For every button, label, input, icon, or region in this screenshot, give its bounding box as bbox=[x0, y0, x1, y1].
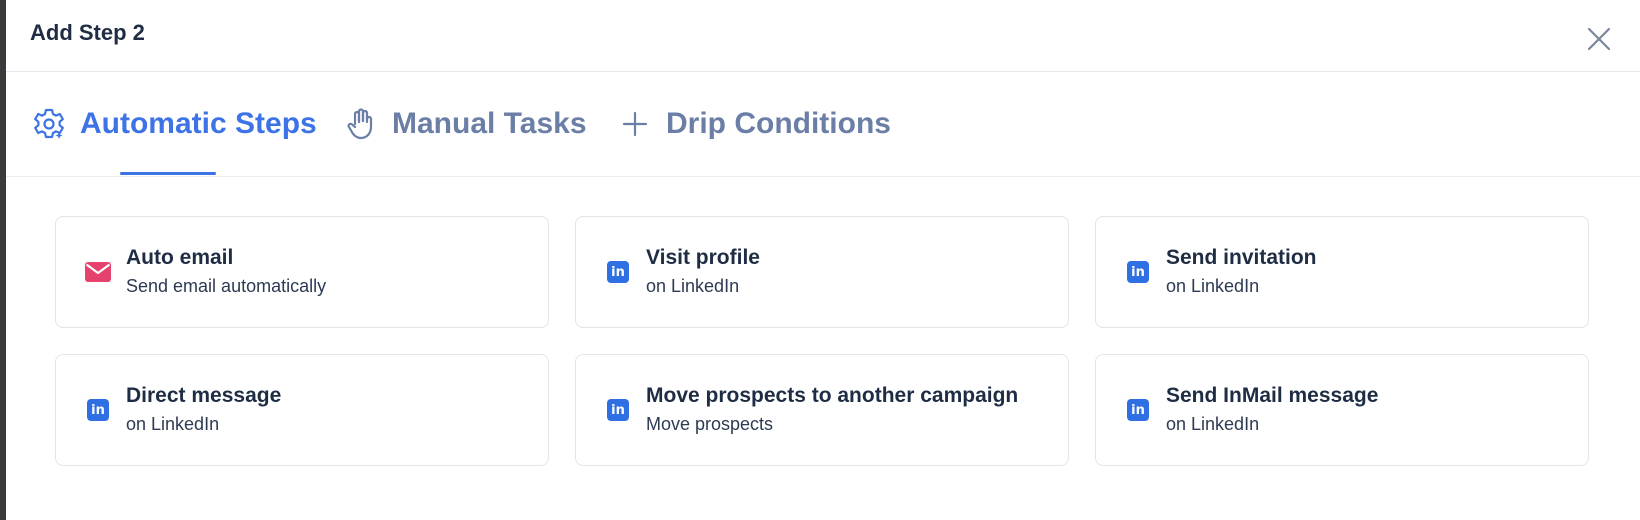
step-card-visit-profile[interactable]: in Visit profile on LinkedIn bbox=[575, 216, 1069, 328]
linkedin-icon: in bbox=[1127, 261, 1149, 283]
linkedin-icon: in bbox=[607, 261, 629, 283]
tab-label: Drip Conditions bbox=[666, 107, 891, 140]
step-card-send-invitation[interactable]: in Send invitation on LinkedIn bbox=[1095, 216, 1589, 328]
tab-automatic-steps[interactable]: Automatic Steps bbox=[32, 72, 317, 176]
card-title: Move prospects to another campaign bbox=[646, 384, 1019, 407]
card-subtitle: on LinkedIn bbox=[1166, 276, 1260, 296]
card-title: Send invitation bbox=[1166, 246, 1317, 269]
close-icon[interactable] bbox=[1586, 26, 1612, 52]
card-title: Auto email bbox=[126, 246, 234, 269]
step-card-direct-message[interactable]: in Direct message on LinkedIn bbox=[55, 354, 549, 466]
tab-manual-tasks[interactable]: Manual Tasks bbox=[344, 72, 587, 176]
linkedin-icon: in bbox=[607, 399, 629, 421]
step-card-send-inmail[interactable]: in Send InMail message on LinkedIn bbox=[1095, 354, 1589, 466]
tab-label: Automatic Steps bbox=[80, 107, 317, 140]
modal-title: Add Step 2 bbox=[30, 20, 145, 45]
card-subtitle: Send email automatically bbox=[126, 276, 327, 296]
card-title: Visit profile bbox=[646, 246, 760, 269]
tab-bar: Automatic Steps Manual Tasks Drip Condit… bbox=[6, 72, 1640, 177]
tab-drip-conditions[interactable]: Drip Conditions bbox=[618, 72, 891, 176]
plus-icon bbox=[618, 107, 652, 141]
hand-icon bbox=[344, 107, 378, 141]
card-subtitle: on LinkedIn bbox=[126, 414, 220, 434]
add-step-modal: Add Step 2 Automatic Steps Manual Tasks … bbox=[6, 0, 1640, 520]
linkedin-icon: in bbox=[87, 399, 109, 421]
envelope-icon bbox=[84, 258, 112, 286]
tab-label: Manual Tasks bbox=[392, 107, 587, 140]
card-subtitle: on LinkedIn bbox=[646, 276, 740, 296]
card-subtitle: Move prospects bbox=[646, 414, 774, 434]
card-subtitle: on LinkedIn bbox=[1166, 414, 1260, 434]
step-options-grid: Auto email Send email automatically in V… bbox=[55, 216, 1589, 466]
card-title: Send InMail message bbox=[1166, 384, 1379, 407]
step-card-auto-email[interactable]: Auto email Send email automatically bbox=[55, 216, 549, 328]
active-tab-indicator bbox=[120, 172, 216, 175]
linkedin-icon: in bbox=[1127, 399, 1149, 421]
step-card-move-prospects[interactable]: in Move prospects to another campaign Mo… bbox=[575, 354, 1069, 466]
modal-header: Add Step 2 bbox=[6, 0, 1640, 72]
card-title: Direct message bbox=[126, 384, 282, 407]
gear-icon bbox=[32, 107, 66, 141]
